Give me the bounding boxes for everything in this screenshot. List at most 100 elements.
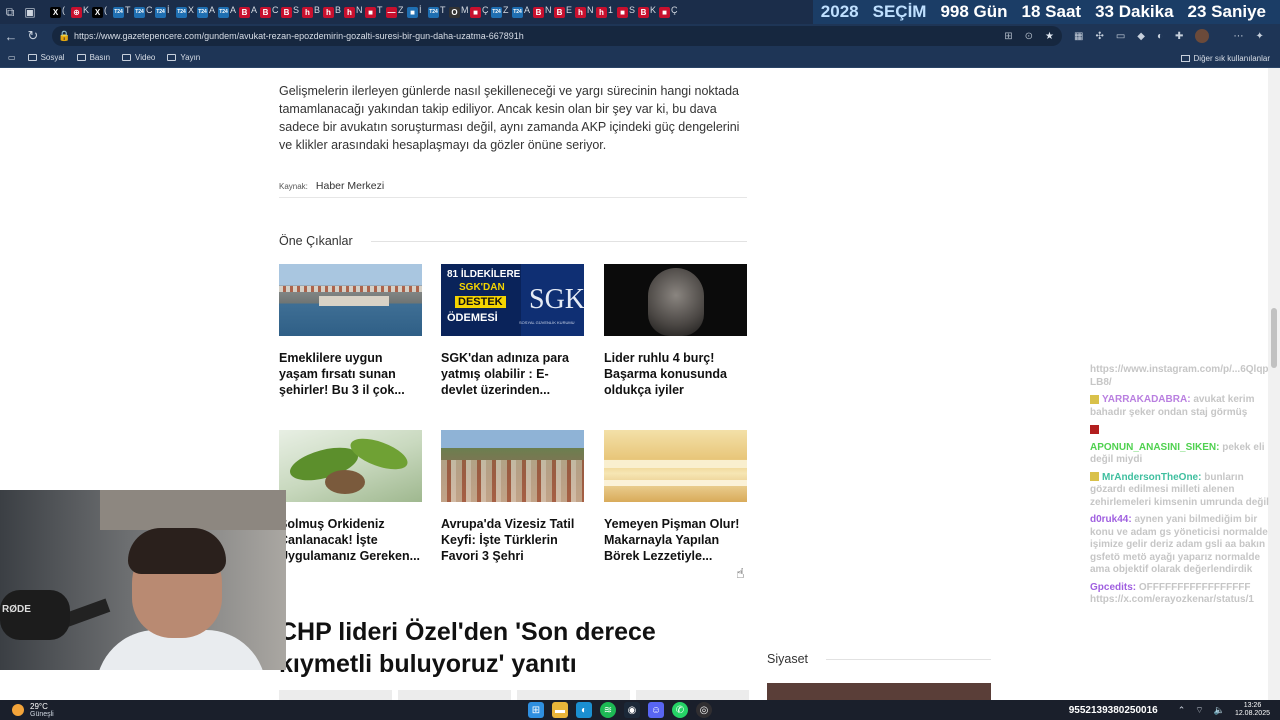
- favorite-star-icon[interactable]: ★: [1045, 31, 1054, 42]
- browser-tab[interactable]: T24 Z: [491, 0, 509, 24]
- bookmark-folder-yayin[interactable]: Yayın: [167, 53, 200, 62]
- hero-article-title[interactable]: CHP lideri Özel'den 'Son derece kıymetli…: [279, 616, 749, 680]
- profile-avatar[interactable]: [1195, 29, 1210, 43]
- card-image[interactable]: [441, 430, 584, 502]
- lock-icon[interactable]: 🔒: [58, 31, 70, 42]
- browser-tab[interactable]: T24 A: [218, 0, 236, 24]
- browser-tab[interactable]: T24 C: [134, 0, 153, 24]
- file-explorer-icon[interactable]: ▬: [552, 702, 568, 718]
- card-image[interactable]: [604, 264, 747, 336]
- weather-widget[interactable]: 29°C Güneşli: [12, 702, 54, 718]
- card-title[interactable]: Avrupa'da Vizesiz Tatil Keyfi: İşte Türk…: [441, 516, 584, 564]
- discord-icon[interactable]: ☺: [648, 702, 664, 718]
- url-field[interactable]: 🔒 https://www.gazetepencere.com/gundem/a…: [52, 26, 1062, 46]
- source-label: Kaynak:: [279, 182, 308, 191]
- streamer-hair: [128, 528, 226, 574]
- extensions-puzzle-icon[interactable]: ✚: [1175, 31, 1183, 42]
- browser-tab[interactable]: ■ T: [365, 0, 383, 24]
- tab-sharing-icon[interactable]: ⊞: [1004, 31, 1012, 42]
- back-icon[interactable]: ←: [0, 24, 22, 48]
- extension-icon[interactable]: ▭: [1116, 31, 1125, 42]
- obs-icon[interactable]: ◎: [696, 702, 712, 718]
- card-title[interactable]: Solmuş Orkideniz Canlanacak! İşte Uygula…: [279, 516, 422, 564]
- card-title[interactable]: Yemeyen Pişman Olur! Makarnayla Yapılan …: [604, 516, 747, 564]
- featured-card[interactable]: Avrupa'da Vizesiz Tatil Keyfi: İşte Türk…: [441, 430, 584, 564]
- card-image[interactable]: 81 İLDEKİLERE SGK'DAN DESTEK ÖDEMESİ SGK…: [441, 264, 584, 336]
- sidebar-article-image[interactable]: [767, 683, 991, 700]
- tab-title: B: [335, 5, 342, 15]
- featured-card[interactable]: Yemeyen Pişman Olur! Makarnayla Yapılan …: [604, 430, 747, 564]
- browser-tab[interactable]: ⊕ K: [71, 0, 89, 24]
- system-clock[interactable]: 13:26 12.08.2025: [1235, 702, 1270, 718]
- browser-tab[interactable]: BC: [260, 0, 279, 24]
- card-title[interactable]: Emeklilere uygun yaşam fırsatı sunan şeh…: [279, 350, 422, 398]
- divider: [826, 658, 991, 660]
- browser-tab[interactable]: ■ İ: [407, 0, 422, 24]
- scrollbar-thumb[interactable]: [1271, 308, 1277, 368]
- tray-chevron-icon[interactable]: ⌃: [1178, 705, 1186, 716]
- bookmark-folder-video[interactable]: Video: [122, 53, 155, 62]
- whatsapp-icon[interactable]: ✆: [672, 702, 688, 718]
- browser-tab[interactable]: BS: [281, 0, 299, 24]
- card-image[interactable]: [604, 430, 747, 502]
- other-bookmarks[interactable]: Diğer sık kullanılanlar: [1180, 48, 1270, 68]
- bookmarks-menu-icon[interactable]: ▭: [8, 53, 16, 62]
- browser-tab[interactable]: ■ Ç: [659, 0, 678, 24]
- folder-icon: [122, 54, 132, 61]
- browser-tab[interactable]: BN: [533, 0, 552, 24]
- spotify-icon[interactable]: ≋: [600, 702, 616, 718]
- browser-tab[interactable]: BA: [239, 0, 257, 24]
- browser-tab[interactable]: X(: [50, 0, 65, 24]
- card-image[interactable]: [279, 430, 422, 502]
- edge-browser-icon[interactable]: ◐: [576, 702, 592, 718]
- reload-icon[interactable]: ↻: [22, 24, 44, 48]
- card-title[interactable]: SGK'dan adınıza para yatmış olabilir : E…: [441, 350, 584, 398]
- tab-favicon-icon: B: [260, 6, 271, 18]
- featured-card[interactable]: Lider ruhlu 4 burç! Başarma konusunda ol…: [604, 264, 747, 398]
- steam-icon[interactable]: ◉: [624, 702, 640, 718]
- extension-icon[interactable]: ▦: [1074, 31, 1083, 42]
- browser-tab[interactable]: ■ Ç: [470, 0, 489, 24]
- browser-tab[interactable]: hN: [344, 0, 363, 24]
- card-title[interactable]: Lider ruhlu 4 burç! Başarma konusunda ol…: [604, 350, 747, 398]
- browser-tab[interactable]: hN: [575, 0, 594, 24]
- browser-tab[interactable]: T24 A: [512, 0, 530, 24]
- gallery-image[interactable]: [517, 690, 630, 700]
- url-text[interactable]: https://www.gazetepencere.com/gundem/avu…: [74, 31, 992, 41]
- network-icon[interactable]: ⌔: [1195, 705, 1203, 716]
- windows-start-icon[interactable]: ⊞: [528, 702, 544, 718]
- card-image[interactable]: [279, 264, 422, 336]
- gallery-image[interactable]: [636, 690, 749, 700]
- tab-actions-icon[interactable]: ▣: [20, 0, 40, 24]
- copilot-icon[interactable]: ✦: [1255, 31, 1263, 42]
- browser-tab[interactable]: X(: [92, 0, 107, 24]
- browser-tab[interactable]: BK: [638, 0, 656, 24]
- microphone: [0, 590, 70, 640]
- bookmark-folder-sosyal[interactable]: Sosyal: [27, 53, 65, 62]
- bookmark-folder-basin[interactable]: Basın: [76, 53, 110, 62]
- volume-icon[interactable]: 🔈: [1214, 705, 1225, 716]
- browser-tab[interactable]: hB: [323, 0, 341, 24]
- browser-tab[interactable]: BE: [554, 0, 572, 24]
- reader-icon[interactable]: ⊙: [1025, 31, 1033, 42]
- browser-tab[interactable]: h1: [596, 0, 613, 24]
- featured-card[interactable]: 81 İLDEKİLERE SGK'DAN DESTEK ÖDEMESİ SGK…: [441, 264, 584, 398]
- extension-icon[interactable]: ✣: [1095, 31, 1103, 42]
- browser-tab[interactable]: OM: [449, 0, 469, 24]
- extension-icon[interactable]: ◐: [1157, 31, 1163, 42]
- gallery-image[interactable]: [398, 690, 511, 700]
- gallery-image[interactable]: [279, 690, 392, 700]
- window-menu-icon[interactable]: ⧉: [0, 0, 20, 24]
- browser-tab[interactable]: T24 T: [428, 0, 446, 24]
- browser-tab[interactable]: T24 A: [197, 0, 215, 24]
- browser-tab[interactable]: hB: [302, 0, 320, 24]
- more-menu-icon[interactable]: ⋯: [1233, 31, 1243, 42]
- browser-tab[interactable]: T24 T: [113, 0, 131, 24]
- featured-card[interactable]: Emeklilere uygun yaşam fırsatı sunan şeh…: [279, 264, 422, 398]
- browser-tab[interactable]: ■ S: [617, 0, 635, 24]
- featured-card[interactable]: Solmuş Orkideniz Canlanacak! İşte Uygula…: [279, 430, 422, 564]
- browser-tab[interactable]: T24 X: [176, 0, 194, 24]
- browser-tab[interactable]: — Z: [386, 0, 404, 24]
- extension-icon[interactable]: ◆: [1137, 31, 1145, 42]
- browser-tab[interactable]: T24 İ: [155, 0, 170, 24]
